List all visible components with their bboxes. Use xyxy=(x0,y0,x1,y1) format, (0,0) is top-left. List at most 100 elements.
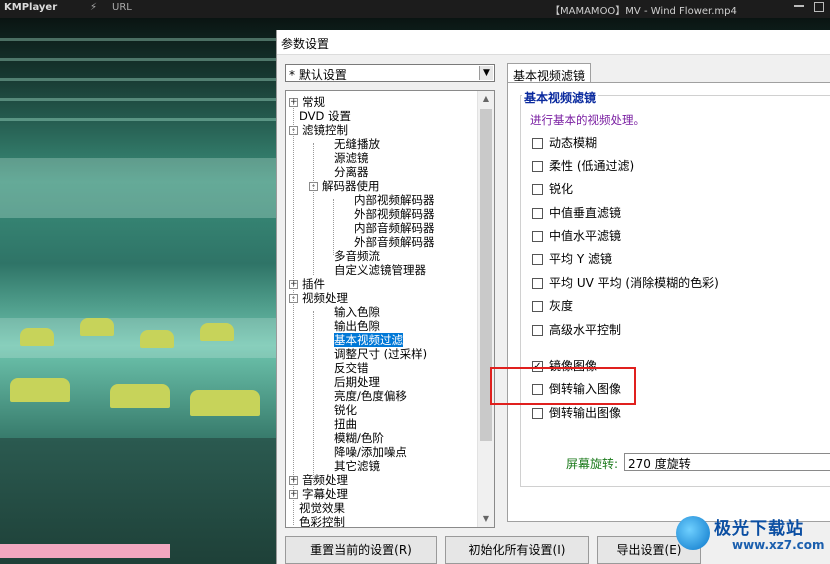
expand-icon[interactable]: + xyxy=(289,280,298,289)
filter-checkbox-row[interactable]: 中值垂直滤镜 xyxy=(532,205,621,221)
collapse-icon[interactable]: - xyxy=(289,126,298,135)
settings-tree[interactable]: ▲ ▼ + 常规 DVD 设置 - 滤镜控制 无缝播放 源滤镜 分离器 - 解码器使用 内部视频解码… xyxy=(285,90,495,528)
tree-item-label: 内部音频解码器 xyxy=(354,221,435,235)
minimize-icon[interactable] xyxy=(794,5,804,7)
tree-item[interactable]: DVD 设置 xyxy=(299,109,351,123)
tree-item[interactable]: 模糊/色阶 xyxy=(334,431,384,445)
tree-item[interactable]: 锐化 xyxy=(334,403,357,417)
checkbox-label: 灰度 xyxy=(549,299,574,313)
tree-item[interactable]: 输出色隙 xyxy=(334,319,380,333)
scroll-up-icon[interactable]: ▲ xyxy=(478,91,494,107)
reset-current-button[interactable]: 重置当前的设置(R) xyxy=(285,536,437,564)
expand-icon[interactable]: + xyxy=(289,490,298,499)
tree-item-label: 输出色隙 xyxy=(334,319,380,333)
collapse-icon[interactable]: - xyxy=(289,294,298,303)
tree-item[interactable]: 分离器 xyxy=(334,165,369,179)
tree-item[interactable]: 视觉效果 xyxy=(299,501,345,515)
tree-item[interactable]: 色彩控制 xyxy=(299,515,345,528)
scroll-down-icon[interactable]: ▼ xyxy=(478,511,494,527)
watermark-url: www.xz7.com xyxy=(732,538,825,552)
tree-item[interactable]: 其它滤镜 xyxy=(334,459,380,473)
tree-item[interactable]: 后期处理 xyxy=(334,375,380,389)
checkbox[interactable] xyxy=(532,138,543,149)
tree-item[interactable]: + 音频处理 xyxy=(289,473,348,487)
tree-item[interactable]: 外部音频解码器 xyxy=(354,235,435,249)
chevron-down-icon[interactable]: ▼ xyxy=(479,66,493,80)
preset-dropdown[interactable]: * 默认设置 ▼ xyxy=(285,64,495,82)
checkbox-label: 锐化 xyxy=(549,182,574,196)
tree-item-label: 无缝播放 xyxy=(334,137,380,151)
watermark-name: 极光下载站 xyxy=(714,519,804,539)
tree-item[interactable]: 外部视频解码器 xyxy=(354,207,435,221)
tree-item-label: 滤镜控制 xyxy=(302,123,348,137)
tree-item-label: 扭曲 xyxy=(334,417,357,431)
collapse-icon[interactable]: - xyxy=(309,182,318,191)
tree-item[interactable]: 输入色隙 xyxy=(334,305,380,319)
tree-item[interactable]: 自定义滤镜管理器 xyxy=(334,263,426,277)
tree-item[interactable]: 内部视频解码器 xyxy=(354,193,435,207)
filter-checkbox-row[interactable]: 中值水平滤镜 xyxy=(532,228,621,244)
tree-item[interactable]: 源滤镜 xyxy=(334,151,369,165)
url-button[interactable]: URL xyxy=(112,2,132,13)
dialog-title: 参数设置 xyxy=(281,37,330,51)
checkbox[interactable] xyxy=(532,231,543,242)
filter-checkbox-row[interactable]: 柔性 (低通过滤) xyxy=(532,158,634,174)
tree-item[interactable]: + 插件 xyxy=(289,277,325,291)
checkbox[interactable] xyxy=(532,408,543,419)
filter-checkbox-row[interactable]: 高级水平控制 xyxy=(532,322,621,338)
tree-item-label: 视频处理 xyxy=(302,291,348,305)
player-logo: KMPlayer xyxy=(4,2,58,13)
tab-basic-video-filter[interactable]: 基本视频滤镜 xyxy=(507,63,591,83)
filter-checkbox-row[interactable]: 灰度 xyxy=(532,298,573,314)
lightning-icon[interactable]: ⚡ xyxy=(90,2,97,13)
tree-item-label: 字幕处理 xyxy=(302,487,348,501)
filter-checkbox-row[interactable]: 平均 Y 滤镜 xyxy=(532,251,612,267)
tree-item[interactable]: + 常规 xyxy=(289,95,325,109)
checkbox[interactable] xyxy=(532,184,543,195)
tree-scrollbar[interactable]: ▲ ▼ xyxy=(477,91,494,527)
tree-item[interactable]: - 滤镜控制 xyxy=(289,123,348,137)
tree-item-label: 色彩控制 xyxy=(299,515,345,528)
tree-item[interactable]: 调整尺寸 (过采样) xyxy=(334,347,427,361)
screen-rotation-label: 屏幕旋转: xyxy=(566,457,619,471)
checkbox[interactable] xyxy=(532,161,543,172)
tree-item[interactable]: 基本视频过滤 xyxy=(334,333,403,347)
tree-item-label: 自定义滤镜管理器 xyxy=(334,263,426,277)
tree-item[interactable]: 扭曲 xyxy=(334,417,357,431)
checkbox-label: 倒转输出图像 xyxy=(549,406,622,420)
tree-item[interactable]: - 解码器使用 xyxy=(309,179,380,193)
tree-item-label: 亮度/色度偏移 xyxy=(334,389,407,403)
expand-icon[interactable]: + xyxy=(289,98,298,107)
tree-item-label: 解码器使用 xyxy=(322,179,380,193)
expand-icon[interactable]: + xyxy=(289,476,298,485)
filter-checkbox-row[interactable]: 平均 UV 平均 (消除模糊的色彩) xyxy=(532,275,719,291)
checkbox[interactable] xyxy=(532,208,543,219)
site-watermark: 极光下载站 www.xz7.com xyxy=(672,510,830,560)
file-title: 【MAMAMOO】MV - Wind Flower.mp4 xyxy=(550,6,737,17)
tree-item[interactable]: + 字幕处理 xyxy=(289,487,348,501)
checkbox-label: 中值垂直滤镜 xyxy=(549,206,622,220)
checkbox[interactable] xyxy=(532,301,543,312)
filter-checkbox-row[interactable]: 动态模糊 xyxy=(532,135,597,151)
filter-checkbox-row[interactable]: 倒转输出图像 xyxy=(532,405,621,421)
tree-item[interactable]: 无缝播放 xyxy=(334,137,380,151)
maximize-icon[interactable] xyxy=(814,2,824,12)
filter-checkbox-row[interactable]: 锐化 xyxy=(532,181,573,197)
tree-item[interactable]: 内部音频解码器 xyxy=(354,221,435,235)
checkbox[interactable] xyxy=(532,325,543,336)
tree-item-label: 调整尺寸 (过采样) xyxy=(334,347,428,361)
screen-rotation-select[interactable]: 270 度旋转 xyxy=(624,453,830,471)
tree-item-label: 输入色隙 xyxy=(334,305,380,319)
tree-item-label: 源滤镜 xyxy=(334,151,369,165)
tree-item[interactable]: - 视频处理 xyxy=(289,291,348,305)
init-all-button[interactable]: 初始化所有设置(I) xyxy=(445,536,589,564)
tree-item[interactable]: 降噪/添加噪点 xyxy=(334,445,407,459)
checkbox-label: 动态模糊 xyxy=(549,136,598,150)
checkbox[interactable] xyxy=(532,278,543,289)
checkbox[interactable] xyxy=(532,254,543,265)
dialog-title-bar: 参数设置 xyxy=(277,30,830,55)
tree-item[interactable]: 多音频流 xyxy=(334,249,380,263)
tree-item[interactable]: 反交错 xyxy=(334,361,369,375)
tree-item[interactable]: 亮度/色度偏移 xyxy=(334,389,407,403)
filter-group xyxy=(520,95,830,487)
